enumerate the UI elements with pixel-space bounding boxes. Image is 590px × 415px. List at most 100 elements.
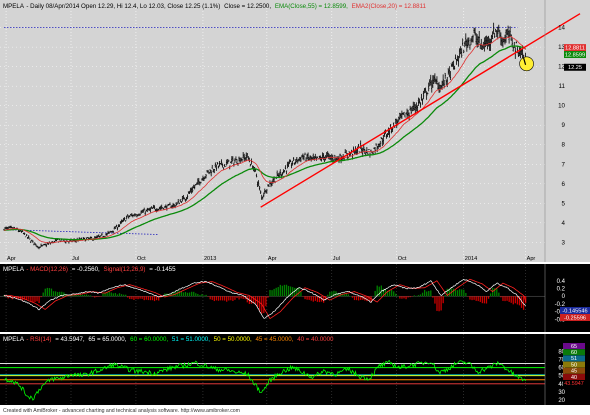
macd-histogram-bar — [186, 292, 189, 297]
macd-histogram-bar — [459, 289, 461, 297]
macd-histogram-bar — [79, 294, 81, 297]
price-y-tick-label: 11 — [559, 83, 566, 90]
macd-histogram-bar — [403, 296, 405, 299]
rsi-header-l60: 60 = 60.0000, — [130, 336, 168, 343]
macd-histogram-bar — [351, 296, 354, 298]
macd-histogram-bar — [345, 293, 347, 297]
macd-histogram-bar — [234, 296, 236, 300]
macd-histogram-bar — [30, 296, 32, 302]
macd-histogram-bar — [423, 289, 426, 297]
macd-header-ticker: MPELA — [3, 266, 25, 273]
macd-histogram-bar — [514, 296, 516, 304]
price-x-tick-label: Apr — [268, 256, 277, 262]
macd-histogram-bar — [153, 296, 156, 302]
macd-histogram-bar — [242, 296, 244, 299]
macd-histogram-bar — [401, 296, 403, 299]
price-marker-circle — [519, 56, 534, 72]
macd-histogram-bar — [36, 296, 38, 302]
macd-histogram-bar — [215, 296, 218, 301]
price-x-tick-label: 2014 — [465, 256, 477, 262]
macd-histogram-bar — [395, 293, 397, 297]
macd-histogram-bar — [444, 295, 446, 297]
macd-header-macd-value: = -0.2560, — [72, 266, 100, 273]
macd-histogram-bar — [213, 296, 215, 302]
macd-histogram-bar — [434, 296, 436, 304]
macd-histogram-bar — [122, 294, 125, 297]
macd-histogram-bar — [188, 292, 191, 297]
macd-histogram-bar — [106, 292, 108, 297]
macd-histogram-bar — [397, 295, 399, 297]
price-header-info: - Daily 08/Apr/2014 Open 12.29, Hi 12.4,… — [26, 3, 220, 10]
macd-histogram-bar — [180, 291, 183, 297]
macd-histogram-bar — [306, 296, 308, 300]
macd-histogram-bar — [230, 296, 232, 301]
macd-histogram-bar — [209, 296, 211, 300]
macd-badge-signal-label: -0.145546 — [562, 308, 587, 314]
macd-histogram-bar — [240, 296, 242, 299]
price-x-tick-label: Oct — [398, 256, 407, 262]
macd-histogram-bar — [135, 296, 137, 299]
macd-histogram-bar — [390, 290, 393, 297]
rsi-header-l45: 45 = 45.0000, — [255, 336, 293, 343]
rsi-header-label: - RSI(14) — [26, 336, 51, 343]
macd-histogram-bar — [452, 288, 455, 297]
macd-histogram-bar — [57, 292, 59, 297]
macd-histogram-bar — [155, 296, 158, 301]
macd-histogram-bar — [308, 296, 310, 300]
macd-histogram-bar — [228, 296, 230, 301]
macd-histogram-bar — [87, 295, 90, 297]
macd-panel-bg — [0, 264, 590, 332]
macd-histogram-bar — [512, 296, 514, 305]
macd-histogram-bar — [292, 287, 294, 297]
macd-histogram-bar — [426, 291, 428, 297]
price-y-tick-label: 3 — [562, 239, 566, 246]
macd-histogram-bar — [419, 294, 422, 297]
macd-histogram-bar — [430, 290, 432, 297]
macd-histogram-bar — [498, 292, 500, 297]
macd-histogram-bar — [178, 290, 180, 297]
macd-histogram-bar — [201, 294, 203, 297]
macd-histogram-bar — [94, 296, 96, 298]
macd-histogram-bar — [442, 296, 444, 304]
macd-histogram-bar — [481, 296, 484, 304]
macd-histogram-bar — [199, 295, 201, 297]
rsi-badge-l51-label: 51 — [571, 356, 577, 362]
price-x-tick-label: Jul — [72, 256, 79, 262]
macd-histogram-bar — [137, 296, 139, 300]
macd-histogram-bar — [26, 296, 28, 300]
macd-histogram-bar — [347, 294, 349, 297]
macd-histogram-bar — [500, 296, 502, 298]
macd-panel: -0.6-0.4-0.200.20.4 -0.145546-0.25596 MP… — [0, 264, 590, 332]
macd-histogram-bar — [112, 293, 114, 297]
macd-histogram-bar — [125, 294, 127, 297]
macd-histogram-bar — [366, 296, 368, 302]
macd-histogram-bar — [267, 296, 269, 298]
macd-histogram-bar — [465, 292, 467, 297]
macd-histogram-bar — [83, 294, 86, 297]
macd-histogram-bar — [133, 296, 135, 300]
macd-histogram-bar — [461, 289, 463, 297]
macd-histogram-bar — [304, 296, 306, 300]
macd-histogram-bar — [489, 293, 492, 297]
macd-histogram-bar — [329, 291, 331, 297]
rsi-badge-rsi-label: 43.5947 — [564, 381, 584, 387]
macd-histogram-bar — [226, 296, 228, 302]
price-header-ticker: MPELA — [3, 3, 25, 10]
rsi-badge-l50-label: 50 — [571, 362, 577, 368]
macd-histogram-bar — [265, 296, 267, 307]
macd-histogram-bar — [139, 296, 141, 299]
rsi-header-value: = 43.5947, — [55, 336, 85, 343]
macd-histogram-bar — [432, 296, 434, 298]
macd-histogram-bar — [52, 291, 55, 297]
macd-histogram-bar — [273, 288, 275, 297]
macd-histogram-bar — [502, 296, 504, 301]
macd-histogram-bar — [34, 296, 36, 303]
macd-histogram-bar — [487, 296, 490, 299]
macd-histogram-bar — [203, 295, 205, 297]
macd-histogram-bar — [456, 290, 459, 297]
macd-histogram-bar — [314, 296, 317, 301]
price-y-tick-label: 4 — [562, 220, 566, 227]
rsi-badges: 65605150454043.5947 — [563, 343, 585, 387]
price-badges: 12.881112.8599 12.25 — [564, 44, 586, 71]
macd-histogram-bar — [81, 294, 84, 297]
